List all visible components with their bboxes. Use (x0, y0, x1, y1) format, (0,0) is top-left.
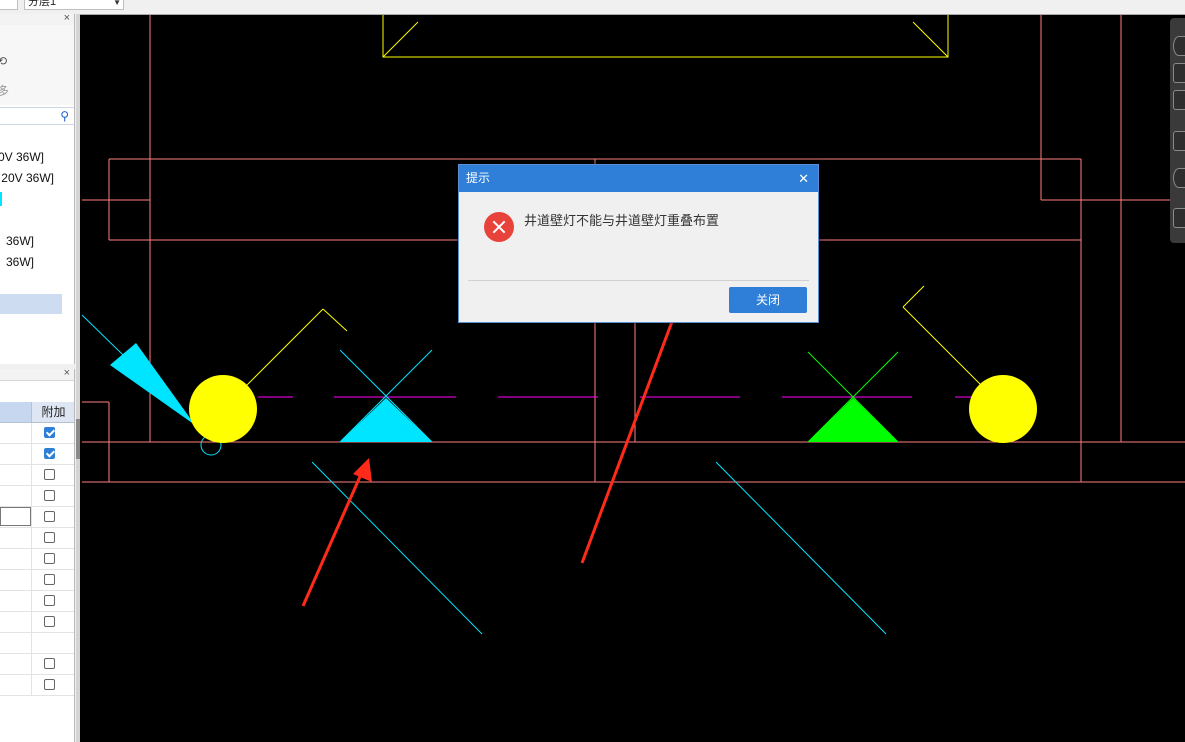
addon-checkbox[interactable] (44, 595, 55, 606)
addon-checkbox[interactable] (44, 532, 55, 543)
dialog-message: 井道壁灯不能与井道壁灯重叠布置 (524, 213, 720, 228)
floor-select-value: 分层1 (28, 0, 57, 8)
cell-separator (31, 549, 32, 570)
alert-dialog: 提示 ✕ 井道壁灯不能与井道壁灯重叠布置 关闭 (458, 164, 819, 323)
cell-separator (31, 591, 32, 612)
tree-item[interactable]: 20V 36W] (0, 169, 74, 187)
view-side-icon[interactable] (1173, 131, 1185, 151)
table-row[interactable] (0, 423, 74, 444)
table-row[interactable] (0, 570, 74, 591)
tree-item[interactable]: 36W] (0, 253, 74, 271)
attribute-table: 附加 (0, 402, 74, 742)
table-row[interactable] (0, 633, 74, 654)
table-row[interactable] (0, 549, 74, 570)
cell-separator (31, 465, 32, 486)
wall-lamp-symbol[interactable] (969, 375, 1037, 443)
addon-checkbox[interactable] (44, 679, 55, 690)
tree-item[interactable]: 36W] (0, 232, 74, 250)
cell-separator (31, 486, 32, 507)
rotate-icon[interactable] (1173, 168, 1185, 188)
search-input[interactable]: ⚲ (0, 107, 74, 125)
top-toolbar: 分层1 ▼ (0, 0, 1185, 15)
close-button[interactable]: 关闭 (729, 287, 807, 313)
table-row[interactable] (0, 507, 74, 528)
properties-area (0, 25, 74, 105)
cell-separator (31, 612, 32, 633)
addon-checkbox[interactable] (44, 511, 55, 522)
table-row[interactable] (0, 465, 74, 486)
cell-separator (31, 570, 32, 591)
table-row[interactable] (0, 528, 74, 549)
view-front-icon[interactable] (1173, 90, 1185, 110)
tree-item-selected[interactable] (0, 294, 62, 314)
chevron-down-icon: ▼ (113, 0, 121, 7)
left-sidebar: × ⟲ 多 ⚲ 0V 36W] 20V 36W] 36W] 36W] × 附加 (0, 14, 76, 742)
addon-checkbox[interactable] (44, 658, 55, 669)
view-iso-icon[interactable] (1173, 208, 1185, 228)
addon-checkbox[interactable] (44, 574, 55, 585)
addon-checkbox[interactable] (44, 553, 55, 564)
dialog-title: 提示 (466, 171, 491, 185)
cell-separator (31, 654, 32, 675)
addon-checkbox[interactable] (44, 490, 55, 501)
prop-line[interactable]: 多 (0, 82, 9, 99)
wall-lamp-symbol[interactable] (189, 375, 257, 443)
tree-item[interactable]: 0V 36W] (0, 148, 74, 166)
table-row[interactable] (0, 591, 74, 612)
cell-separator (31, 675, 32, 696)
search-icon[interactable]: ⚲ (60, 109, 69, 123)
divider (468, 280, 809, 281)
addon-checkbox[interactable] (44, 448, 55, 459)
cad-canvas[interactable] (80, 15, 1185, 742)
column-header-addon: 附加 (41, 405, 66, 419)
cell-editor[interactable] (0, 507, 31, 526)
canvas-background (80, 15, 1185, 742)
attribute-panel: × 附加 (0, 369, 75, 742)
dialog-titlebar: 提示 ✕ (459, 165, 818, 192)
orbit-icon[interactable] (1173, 36, 1185, 56)
cell-separator (31, 528, 32, 549)
cell-separator (31, 633, 32, 654)
cell-separator (31, 507, 32, 528)
table-row[interactable] (0, 675, 74, 696)
tree-marker (0, 192, 2, 206)
close-icon[interactable]: × (64, 14, 70, 24)
table-row[interactable] (0, 612, 74, 633)
component-panel: × ⟲ 多 ⚲ 0V 36W] 20V 36W] 36W] 36W] (0, 14, 75, 364)
panel-header: × (0, 369, 74, 381)
table-row[interactable] (0, 486, 74, 507)
table-header: 附加 (0, 402, 74, 423)
view-top-icon[interactable] (1173, 63, 1185, 83)
table-row[interactable] (0, 654, 74, 675)
column-header (0, 402, 32, 422)
left-combo[interactable] (0, 0, 18, 10)
addon-checkbox[interactable] (44, 469, 55, 480)
cell-separator (31, 444, 32, 465)
close-icon[interactable]: × (64, 369, 70, 379)
prop-line[interactable]: ⟲ (0, 54, 7, 68)
error-icon (484, 212, 514, 242)
table-row[interactable] (0, 444, 74, 465)
close-icon[interactable]: ✕ (798, 165, 809, 192)
cell-separator (31, 423, 32, 444)
view-toolbar (1170, 18, 1185, 243)
floor-select[interactable]: 分层1 ▼ (24, 0, 124, 10)
addon-checkbox[interactable] (44, 616, 55, 627)
addon-checkbox[interactable] (44, 427, 55, 438)
